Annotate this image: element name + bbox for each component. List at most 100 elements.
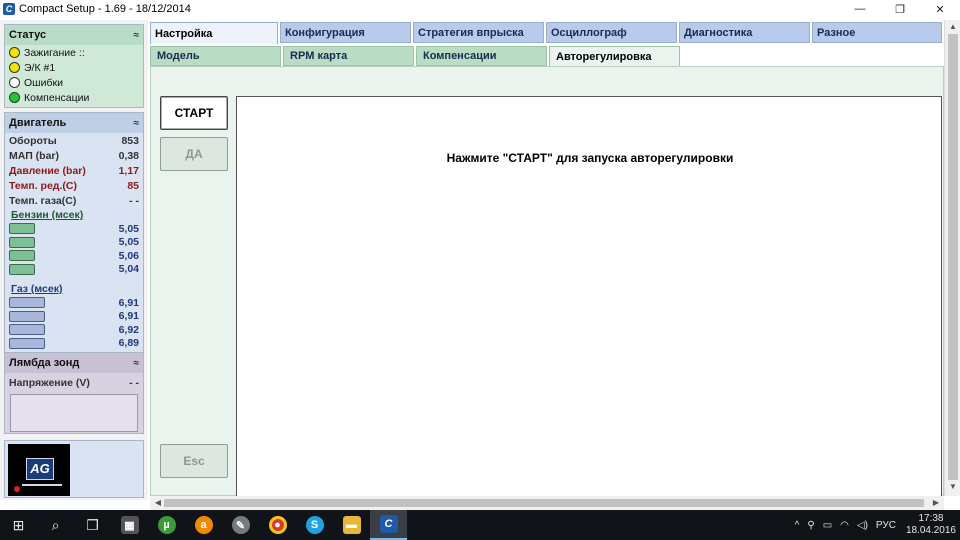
avast-icon[interactable]: a bbox=[185, 510, 222, 540]
injector-bar bbox=[9, 263, 35, 275]
injector-value: 5,04 bbox=[118, 263, 139, 276]
lambda-panel-title: Лямбда зонд bbox=[9, 357, 80, 369]
esc-button[interactable]: Esc bbox=[160, 444, 228, 478]
collapse-icon[interactable]: ≈ bbox=[134, 30, 140, 41]
start-button[interactable]: СТАРТ bbox=[160, 96, 228, 130]
tab-oscilloscope[interactable]: Осциллограф bbox=[546, 22, 677, 43]
tab-injection-strategy[interactable]: Стратегия впрыска bbox=[413, 22, 544, 43]
title-bar: C Compact Setup - 1.69 - 18/12/2014 — ❐ … bbox=[0, 0, 960, 18]
horizontal-scrollbar[interactable]: ◀ ▶ bbox=[150, 496, 944, 510]
subtab-rpm-map[interactable]: RPM карта bbox=[283, 46, 414, 66]
status-item-errors: Ошибки bbox=[5, 75, 143, 90]
engine-row-value: 853 bbox=[121, 134, 139, 147]
chrome-icon[interactable]: ● bbox=[259, 510, 296, 540]
logo-indicator-icon bbox=[14, 486, 20, 492]
engine-row-label: МАП (bar) bbox=[9, 149, 59, 162]
clock[interactable]: 17:38 18.04.2016 bbox=[906, 513, 956, 537]
injector-value: 6,92 bbox=[118, 323, 139, 336]
tab-configuration[interactable]: Конфигурация bbox=[280, 22, 411, 43]
engine-row-reducer-temp: Темп. ред.(С) 85 bbox=[5, 178, 143, 193]
paint-icon[interactable]: ✎ bbox=[222, 510, 259, 540]
injector-value: 5,05 bbox=[118, 236, 139, 249]
maximize-button[interactable]: ❐ bbox=[880, 0, 920, 18]
instruction-message: Нажмите "СТАРТ" для запуска авторегулиро… bbox=[446, 151, 734, 165]
collapse-icon[interactable]: ≈ bbox=[134, 118, 140, 129]
lambda-panel-header[interactable]: Лямбда зонд ≈ bbox=[5, 353, 143, 373]
injector-value: 6,91 bbox=[118, 310, 139, 323]
injector-bar bbox=[9, 337, 45, 349]
engine-row-label: Давление (bar) bbox=[9, 164, 86, 177]
status-item-injector: Э/К #1 bbox=[5, 60, 143, 75]
tab-misc[interactable]: Разное bbox=[812, 22, 942, 43]
lambda-panel: Лямбда зонд ≈ Напряжение (V) - - bbox=[4, 352, 144, 434]
close-button[interactable]: ✕ bbox=[920, 0, 960, 18]
network-icon[interactable]: ⚲ bbox=[807, 520, 814, 531]
utorrent-icon[interactable]: µ bbox=[148, 510, 185, 540]
clock-date: 18.04.2016 bbox=[905, 525, 956, 536]
system-tray: ^ ⚲ ▭ ◠ ◁) РУС 17:38 18.04.2016 bbox=[791, 510, 956, 540]
status-panel-header[interactable]: Статус ≈ bbox=[5, 25, 143, 45]
gas-injector-row: 6,92 bbox=[5, 323, 143, 337]
language-indicator[interactable]: РУС bbox=[876, 520, 896, 531]
engine-panel-header[interactable]: Двигатель ≈ bbox=[5, 113, 143, 133]
subtab-autocalibration[interactable]: Авторегулировка bbox=[549, 46, 680, 66]
collapse-icon[interactable]: ≈ bbox=[134, 358, 140, 369]
compact-setup-taskbar-icon[interactable]: C bbox=[370, 510, 407, 540]
explorer-icon[interactable]: ▬ bbox=[333, 510, 370, 540]
status-panel-title: Статус bbox=[9, 29, 47, 41]
engine-panel-title: Двигатель bbox=[9, 117, 67, 129]
petrol-injector-row: 5,05 bbox=[5, 222, 143, 236]
tab-diagnostics[interactable]: Диагностика bbox=[679, 22, 810, 43]
subtab-compensations[interactable]: Компенсации bbox=[416, 46, 547, 66]
calculator-icon[interactable]: ▦ bbox=[111, 510, 148, 540]
engine-row-map: МАП (bar) 0,38 bbox=[5, 148, 143, 163]
scroll-right-icon[interactable]: ▶ bbox=[928, 498, 944, 507]
status-label: Э/К #1 bbox=[24, 61, 56, 74]
engine-row-rpm: Обороты 853 bbox=[5, 133, 143, 148]
gas-injector-row: 6,89 bbox=[5, 337, 143, 351]
injector-bar bbox=[9, 324, 45, 336]
sub-tabs: Модель RPM карта Компенсации Авторегулир… bbox=[150, 46, 944, 66]
tab-settings[interactable]: Настройка bbox=[150, 22, 278, 44]
gas-injector-row: 6,91 bbox=[5, 296, 143, 310]
petrol-injector-row: 5,04 bbox=[5, 263, 143, 277]
task-view-icon[interactable]: ❐ bbox=[74, 510, 111, 540]
engine-row-label: Темп. газа(С) bbox=[9, 194, 77, 207]
logo-text: AG bbox=[26, 458, 54, 480]
engine-row-gas-temp: Темп. газа(С) - - bbox=[5, 193, 143, 208]
search-icon[interactable]: ⌕ bbox=[37, 510, 74, 540]
status-indicator-icon bbox=[9, 77, 20, 88]
tray-chevron-icon[interactable]: ^ bbox=[795, 520, 800, 531]
injector-value: 6,89 bbox=[118, 337, 139, 350]
status-indicator-icon bbox=[9, 92, 20, 103]
injector-bar bbox=[9, 223, 35, 235]
compact-setup-icon: C bbox=[3, 3, 15, 15]
status-item-compensations: Компенсации bbox=[5, 90, 143, 105]
petrol-injector-row: 5,06 bbox=[5, 249, 143, 263]
yes-button[interactable]: ДА bbox=[160, 137, 228, 171]
horizontal-scroll-thumb[interactable] bbox=[164, 499, 924, 507]
start-icon[interactable]: ⊞ bbox=[0, 510, 37, 540]
left-sidebar: Статус ≈ Зажигание :: Э/К #1 Ошибки Комп… bbox=[0, 20, 148, 500]
injector-bar bbox=[9, 236, 35, 248]
vertical-scroll-thumb[interactable] bbox=[948, 34, 958, 480]
gas-injector-row: 6,91 bbox=[5, 310, 143, 324]
scroll-up-icon[interactable]: ▲ bbox=[945, 22, 960, 31]
gas-injection-label: Газ (мсек) bbox=[11, 283, 63, 295]
battery-icon[interactable]: ▭ bbox=[823, 520, 832, 531]
lambda-voltage-label: Напряжение (V) bbox=[9, 376, 90, 389]
skype-icon[interactable]: S bbox=[296, 510, 333, 540]
lambda-voltage-value: - - bbox=[129, 376, 139, 389]
volume-icon[interactable]: ◁) bbox=[857, 520, 868, 531]
status-label: Ошибки bbox=[24, 76, 63, 89]
main-tabs: Настройка Конфигурация Стратегия впрыска… bbox=[150, 22, 944, 44]
minimize-button[interactable]: — bbox=[840, 0, 880, 18]
status-label: Зажигание :: bbox=[24, 46, 85, 59]
vertical-scrollbar[interactable]: ▲ ▼ bbox=[944, 20, 960, 496]
subtab-model[interactable]: Модель bbox=[150, 46, 281, 66]
engine-row-value: 0,38 bbox=[118, 149, 139, 162]
petrol-injection-label: Бензин (мсек) bbox=[11, 209, 84, 221]
wifi-icon[interactable]: ◠ bbox=[840, 520, 849, 531]
engine-row-label: Темп. ред.(С) bbox=[9, 179, 77, 192]
scroll-down-icon[interactable]: ▼ bbox=[945, 482, 960, 491]
